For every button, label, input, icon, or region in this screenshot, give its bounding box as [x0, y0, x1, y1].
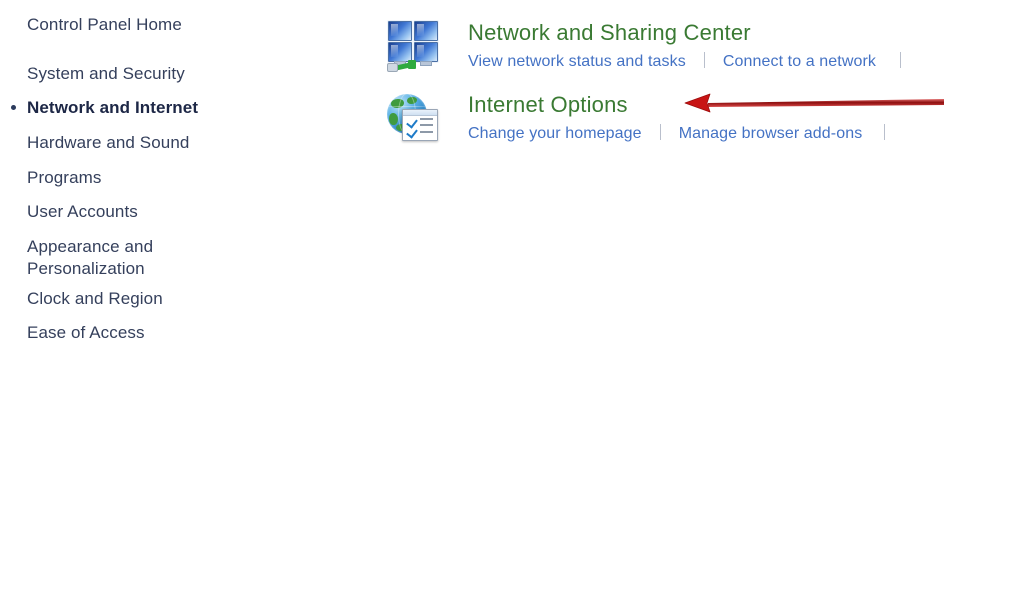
category-links: View network status and tasks Connect to… — [468, 50, 1024, 72]
control-panel-main-content: Network and Sharing Center View network … — [0, 0, 1024, 614]
link-separator — [704, 52, 705, 68]
category-title-link[interactable]: Network and Sharing Center — [468, 20, 1024, 46]
category-links: Change your homepage Manage browser add-… — [468, 122, 1024, 144]
category-body: Network and Sharing Center View network … — [468, 20, 1024, 72]
category-body: Internet Options Change your homepage Ma… — [468, 92, 1024, 144]
link-view-network-status-and-tasks[interactable]: View network status and tasks — [468, 51, 686, 72]
link-separator-trailing — [884, 124, 885, 140]
network-sharing-center-icon — [386, 20, 444, 74]
link-manage-browser-add-ons[interactable]: Manage browser add-ons — [679, 123, 863, 144]
link-separator-trailing — [900, 52, 901, 68]
link-separator — [660, 124, 661, 140]
internet-options-icon — [386, 92, 444, 146]
checklist-document-icon — [402, 109, 438, 141]
category-title-link[interactable]: Internet Options — [468, 92, 1024, 118]
link-change-your-homepage[interactable]: Change your homepage — [468, 123, 642, 144]
link-connect-to-a-network[interactable]: Connect to a network — [723, 51, 876, 72]
